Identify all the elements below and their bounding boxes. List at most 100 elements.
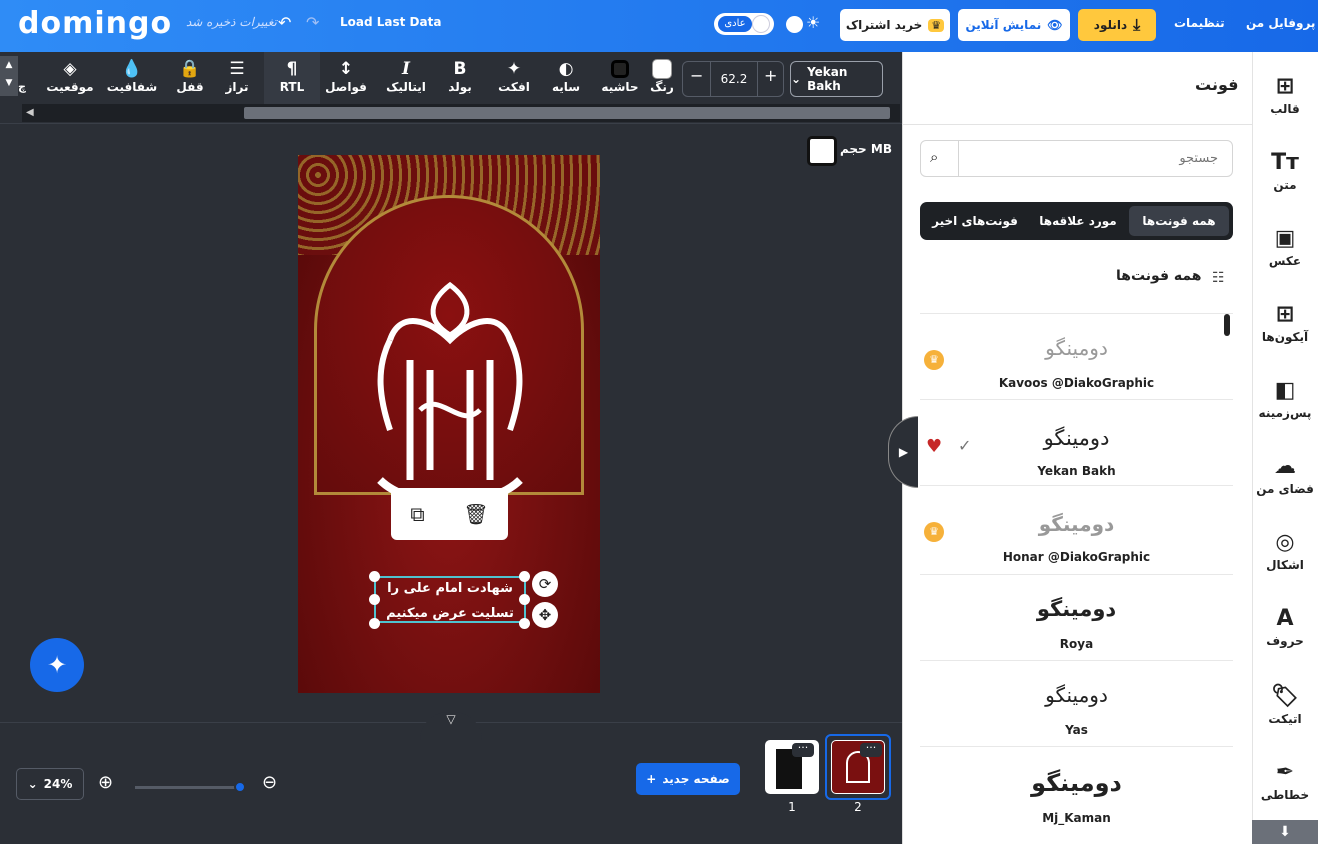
tool-effect[interactable]: ✦ افکت [486, 58, 542, 102]
selected-text[interactable]: شهادت امام علی را تسلیت عرض میکنیم [376, 576, 524, 626]
font-preview: دومینگو [1045, 683, 1108, 707]
font-name: Yekan Bakh [1037, 464, 1116, 478]
zoom-slider-handle[interactable] [234, 781, 246, 793]
resize-handle[interactable] [519, 594, 530, 605]
subscribe-button[interactable]: خرید اشتراک ♛ [840, 9, 950, 41]
font-item[interactable]: دومینگو Yas [920, 660, 1233, 746]
settings-link[interactable]: تنظیمات [1174, 16, 1225, 30]
resize-handle[interactable] [519, 571, 530, 582]
load-last-data-button[interactable]: Load Last Data [340, 15, 441, 29]
tab-favorites[interactable]: مورد علاقه‌ها [1030, 206, 1126, 236]
sidebar-item-label: فضای من [1256, 482, 1314, 496]
tool-align[interactable]: ☰ تراز [209, 58, 265, 102]
tool-shadow[interactable]: ◐ سایه [538, 58, 594, 102]
page-more-button[interactable]: ··· [792, 742, 814, 757]
sidebar-item-icons[interactable]: ⊞ آیکون‌ها [1252, 300, 1318, 344]
font-size-value[interactable]: 62.2 [710, 62, 758, 96]
resize-handle[interactable] [369, 571, 380, 582]
tool-label: ایتالیک [386, 80, 426, 94]
new-page-button[interactable]: + صفحه جدید [636, 763, 740, 795]
chevron-down-icon: ▽ [446, 712, 456, 726]
sidebar-item-calligraphy[interactable]: ✒ خطاطی [1252, 758, 1318, 802]
duplicate-icon[interactable]: ⧉ [410, 502, 424, 526]
redo-icon[interactable]: ↷ [306, 13, 319, 32]
sidebar-item-template[interactable]: ⊞ قالب [1252, 72, 1318, 116]
subscribe-label: خرید اشتراک [845, 18, 923, 32]
mode-toggle-label: عادی [718, 16, 752, 32]
font-family-select[interactable]: ⌄ Yekan Bakh [790, 61, 883, 97]
resize-handle[interactable] [369, 618, 380, 629]
font-search-input[interactable] [958, 141, 1230, 176]
layers-icon: ◈ [63, 59, 77, 79]
mode-toggle-knob[interactable] [752, 15, 770, 33]
page-more-button[interactable]: ··· [860, 742, 882, 757]
sidebar-item-shapes[interactable]: ◎ اشکال [1252, 528, 1318, 572]
font-preview: دومینگو [1036, 597, 1117, 621]
font-name: Yas [1065, 723, 1088, 737]
heart-icon[interactable]: ♥ [926, 436, 942, 457]
move-icon[interactable]: ✥ [532, 602, 558, 628]
font-name: Roya [1059, 637, 1094, 651]
tool-italic[interactable]: I ایتالیک [378, 58, 434, 102]
profile-link[interactable]: پروفایل من [1246, 16, 1315, 30]
toolbar-scroll-arrows[interactable]: ▲ ▼ [0, 56, 18, 96]
sidebar-scroll-down-icon[interactable]: ⬇ [1252, 820, 1318, 844]
download-button[interactable]: دانلود ⤓ [1078, 9, 1156, 41]
text-line-2: تسلیت عرض میکنیم [386, 606, 514, 621]
resize-handle[interactable] [369, 594, 380, 605]
decrease-size-button[interactable]: − [690, 66, 703, 85]
sidebar-item-photo[interactable]: ▣ عکس [1252, 224, 1318, 268]
magic-wand-icon: ✦ [506, 59, 522, 79]
undo-icon[interactable]: ↶ [278, 13, 291, 32]
crown-icon: ♛ [928, 18, 945, 32]
font-name: Kavoos @DiakoGraphic [998, 376, 1155, 390]
sidebar-item-text[interactable]: Tт متن [1252, 148, 1318, 192]
plus-icon: + [646, 772, 657, 786]
tool-label: RTL [279, 80, 305, 94]
resize-handle[interactable] [519, 618, 530, 629]
theme-toggle[interactable] [786, 16, 803, 33]
font-item[interactable]: دومینگو Honar @DiakoGraphic ♛ [920, 485, 1233, 571]
font-item[interactable]: دومینگو Mj_Kaman [920, 746, 1233, 832]
logo[interactable]: domingo [18, 6, 172, 41]
font-item[interactable]: دومینگو Roya [920, 574, 1233, 660]
page-thumbnail[interactable]: ··· [765, 740, 819, 794]
tab-all-fonts[interactable]: همه فونت‌ها [1129, 206, 1229, 236]
tool-position[interactable]: ◈ موقعیت [42, 58, 98, 102]
tool-label: افکت [498, 80, 530, 94]
zoom-slider[interactable] [135, 786, 243, 789]
sidebar-item-label: قالب [1270, 102, 1300, 116]
search-icon[interactable]: ⌕ [930, 148, 938, 166]
tool-opacity[interactable]: 💧 شفافیت [104, 58, 160, 102]
trash-icon[interactable]: 🗑 [463, 502, 488, 526]
font-item[interactable]: دومینگو Kavoos @DiakoGraphic ♛ [920, 313, 1233, 399]
download-label: دانلود [1093, 18, 1128, 32]
scroll-left-icon[interactable]: ◀ [26, 107, 34, 118]
tool-rtl[interactable]: ¶ RTL [264, 52, 320, 104]
tool-label: سایه [551, 80, 581, 94]
rotate-icon[interactable]: ⟳ [532, 571, 558, 597]
font-item-selected[interactable]: دومینگو Yekan Bakh ♥ ✓ [920, 399, 1233, 485]
magic-wand-button[interactable]: ✦ [30, 638, 84, 692]
sidebar-item-my-space[interactable]: ☁ فضای من [1252, 452, 1318, 496]
page-number: 1 [788, 800, 796, 814]
zoom-select[interactable]: ⌄ 24% [16, 768, 84, 800]
tool-bold[interactable]: B بولد [432, 58, 488, 102]
chevron-right-icon: ▶ [898, 445, 909, 459]
letter-a-icon: A [1276, 606, 1294, 631]
toolbar-scroll-thumb[interactable] [244, 107, 890, 119]
check-icon: ✓ [958, 436, 972, 455]
sun-icon[interactable]: ☀ [806, 13, 820, 32]
sidebar-item-letters[interactable]: A حروف [1252, 604, 1318, 648]
page-thumbnail-active[interactable]: ··· [831, 740, 885, 794]
download-icon: ⤓ [1133, 15, 1141, 34]
increase-size-button[interactable]: + [764, 66, 777, 85]
sidebar-item-background[interactable]: ◧ پس‌زمینه [1252, 376, 1318, 420]
tab-recent[interactable]: فونت‌های اخیر [924, 206, 1026, 236]
calculator-icon[interactable] [807, 136, 837, 166]
tool-spacing[interactable]: ↕ فواصل [318, 58, 374, 102]
zoom-in-icon[interactable]: ⊕ [98, 772, 113, 793]
sidebar-item-sticker[interactable]: 🏷 اتیکت [1252, 682, 1318, 726]
zoom-out-icon[interactable]: ⊖ [262, 772, 277, 793]
preview-button[interactable]: نمایش آنلاین 👁 [958, 9, 1070, 41]
